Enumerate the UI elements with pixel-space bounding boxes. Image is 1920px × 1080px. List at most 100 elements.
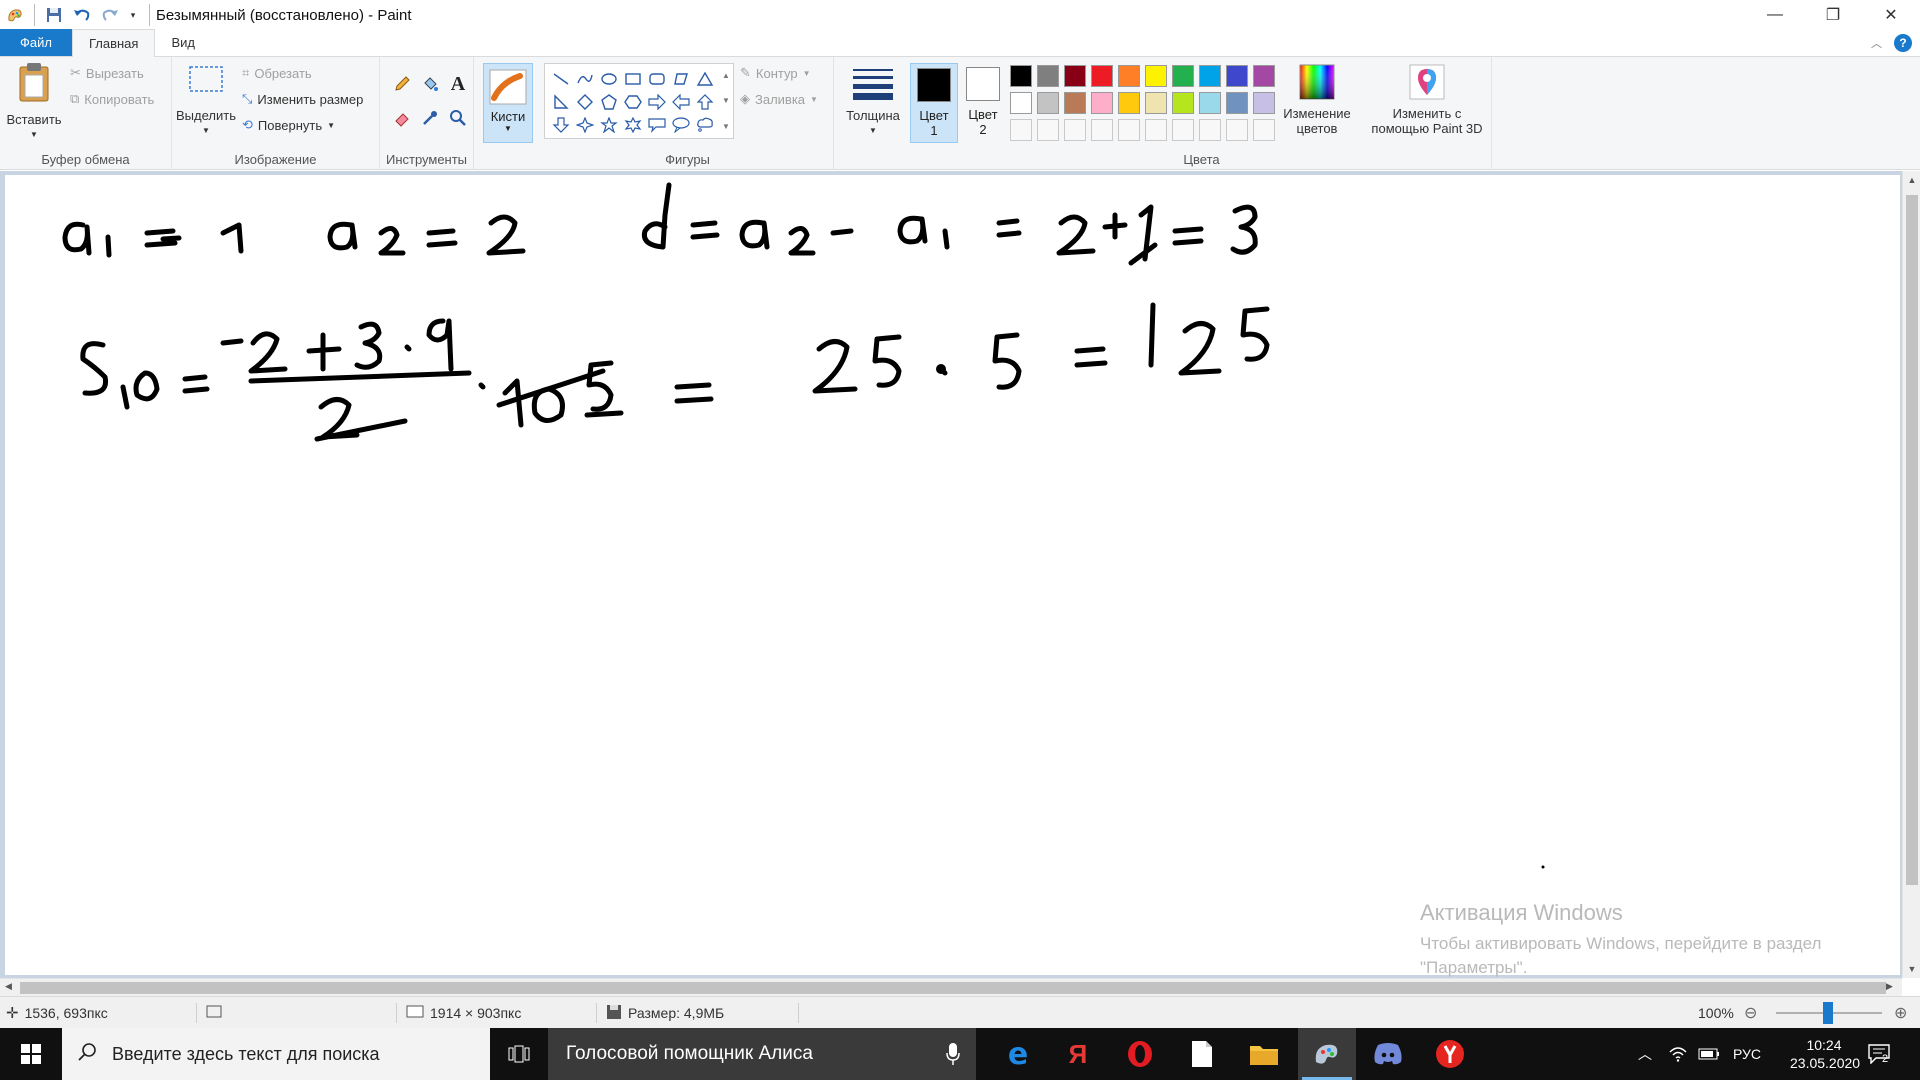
palette-swatch-custom[interactable] [1172,119,1194,141]
edit-colors-button[interactable]: Изменение цветов [1280,61,1354,136]
color2-button[interactable]: Цвет 2 [959,63,1007,143]
taskbar-file-explorer[interactable] [1238,1028,1290,1080]
palette-swatch-custom[interactable] [1037,119,1059,141]
fill-bucket-icon[interactable] [416,73,444,95]
taskbar-edge[interactable]: e [992,1028,1044,1080]
rounded-rectangle-shape-icon[interactable] [645,67,669,90]
minimize-button[interactable]: — [1746,0,1804,30]
show-hidden-icons[interactable]: ︿ [1638,1028,1652,1080]
down-arrow-shape-icon[interactable] [549,113,573,136]
vertical-scrollbar[interactable]: ▲ ▼ [1902,171,1920,978]
scroll-left-icon[interactable]: ◀ [5,981,12,992]
hexagon-shape-icon[interactable] [621,90,645,113]
tab-file[interactable]: Файл [0,29,72,56]
taskbar-yandex-browser[interactable]: Я [1052,1028,1104,1080]
palette-swatch-custom[interactable] [1118,119,1140,141]
alice-voice-assistant[interactable]: Голосовой помощник Алиса [548,1028,976,1080]
collapse-ribbon-icon[interactable]: ︿ [1871,35,1882,51]
maximize-button[interactable]: ❐ [1804,0,1862,30]
palette-swatch-red[interactable] [1091,65,1113,87]
tab-home[interactable]: Главная [71,29,156,57]
fill-button[interactable]: ◈ Заливка ▼ [740,91,818,107]
microphone-icon[interactable] [946,1042,960,1072]
up-arrow-shape-icon[interactable] [693,90,717,113]
taskbar-file[interactable] [1176,1028,1228,1080]
palette-swatch-brown[interactable] [1064,92,1086,114]
task-view-button[interactable] [490,1028,548,1080]
resize-button[interactable]: ⤡ Изменить размер [242,91,363,107]
palette-swatch-custom[interactable] [1199,119,1221,141]
color-picker-icon[interactable] [416,107,444,129]
taskbar-clock[interactable]: 10:24 23.05.2020 [1790,1036,1860,1072]
polygon-shape-icon[interactable] [669,67,693,90]
palette-swatch-light-gray[interactable] [1037,92,1059,114]
palette-swatch-custom[interactable] [1010,119,1032,141]
horizontal-scrollbar[interactable]: ◀ ▶ [0,978,1902,996]
taskbar-search[interactable]: Введите здесь текст для поиска [62,1028,490,1080]
cloud-callout-shape-icon[interactable] [693,113,717,136]
pencil-icon[interactable] [388,73,416,95]
redo-icon[interactable] [99,4,121,26]
scroll-up-icon[interactable]: ▲ [1903,175,1920,185]
paint-app-icon[interactable] [4,4,26,26]
taskbar-discord[interactable] [1362,1028,1414,1080]
palette-swatch-orange[interactable] [1118,65,1140,87]
palette-swatch-light-turquoise[interactable] [1199,92,1221,114]
oval-shape-icon[interactable] [597,67,621,90]
rectangle-shape-icon[interactable] [621,67,645,90]
palette-swatch-rose[interactable] [1091,92,1113,114]
taskbar-yandex[interactable] [1424,1028,1476,1080]
triangle-shape-icon[interactable] [693,67,717,90]
palette-swatch-black[interactable] [1010,65,1032,87]
taskbar-paint[interactable] [1298,1028,1356,1080]
eraser-icon[interactable] [388,107,416,129]
scroll-up-icon[interactable]: ▲ [722,71,730,80]
horizontal-scroll-thumb[interactable] [20,982,1886,994]
input-language[interactable]: РУС [1733,1028,1761,1080]
paint3d-button[interactable]: Изменить с помощью Paint 3D [1366,61,1488,136]
palette-swatch-gold[interactable] [1118,92,1140,114]
zoom-in-icon[interactable]: ⊕ [1894,997,1907,1029]
pentagon-shape-icon[interactable] [597,90,621,113]
oval-callout-shape-icon[interactable] [669,113,693,136]
undo-icon[interactable] [71,4,93,26]
left-arrow-shape-icon[interactable] [669,90,693,113]
crop-button[interactable]: ⌗ Обрезать [242,65,312,81]
scroll-down-icon[interactable]: ▼ [1903,964,1920,974]
rect-callout-shape-icon[interactable] [645,113,669,136]
palette-swatch-green[interactable] [1172,65,1194,87]
right-arrow-shape-icon[interactable] [645,90,669,113]
save-icon[interactable] [43,4,65,26]
taskbar-opera[interactable] [1114,1028,1166,1080]
close-button[interactable]: ✕ [1862,0,1920,30]
battery-icon[interactable] [1698,1028,1720,1080]
brushes-button[interactable]: Кисти ▼ [483,63,533,143]
action-center-button[interactable]: 2 [1868,1028,1890,1080]
start-button[interactable] [0,1028,62,1080]
palette-swatch-light-yellow[interactable] [1145,92,1167,114]
palette-swatch-white[interactable] [1010,92,1032,114]
palette-swatch-gray[interactable] [1037,65,1059,87]
scroll-right-icon[interactable]: ▶ [1886,981,1893,992]
palette-swatch-yellow[interactable] [1145,65,1167,87]
shapes-gallery-scroll[interactable]: ▲ ▼ ▼ [718,63,734,139]
palette-swatch-turquoise[interactable] [1199,65,1221,87]
palette-swatch-custom[interactable] [1091,119,1113,141]
palette-swatch-custom[interactable] [1145,119,1167,141]
curve-shape-icon[interactable] [573,67,597,90]
paste-button[interactable]: Вставить ▼ [6,61,62,142]
line-shape-icon[interactable] [549,67,573,90]
palette-swatch-lavender[interactable] [1253,92,1275,114]
palette-swatch-indigo[interactable] [1226,65,1248,87]
zoom-slider-thumb[interactable] [1823,1002,1833,1024]
cut-button[interactable]: ✂ Вырезать [70,65,144,81]
outline-button[interactable]: ✎ Контур ▼ [740,65,811,81]
select-button[interactable]: Выделить ▼ [176,61,236,138]
help-icon[interactable]: ? [1894,34,1912,52]
magnifier-icon[interactable] [444,107,472,129]
five-point-star-shape-icon[interactable] [597,113,621,136]
four-point-star-shape-icon[interactable] [573,113,597,136]
palette-swatch-lime[interactable] [1172,92,1194,114]
network-icon[interactable] [1668,1028,1688,1080]
vertical-scroll-thumb[interactable] [1906,195,1918,885]
